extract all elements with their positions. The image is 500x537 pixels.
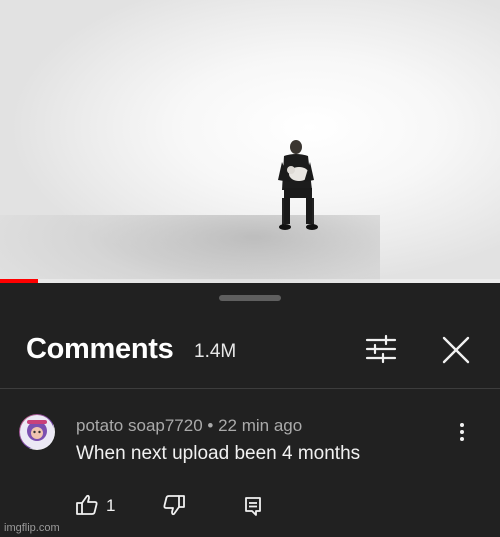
close-icon[interactable] bbox=[440, 334, 472, 366]
avatar[interactable] bbox=[19, 414, 55, 450]
like-count: 1 bbox=[106, 496, 116, 515]
drag-handle[interactable] bbox=[219, 295, 281, 301]
avatar-image bbox=[20, 415, 54, 449]
video-player[interactable] bbox=[0, 0, 500, 283]
comment-time: 22 min ago bbox=[218, 416, 303, 435]
thumbs-up-icon[interactable] bbox=[75, 493, 99, 517]
comment-meta: potato soap7720 • 22 min ago bbox=[76, 416, 302, 436]
vertical-dots-icon[interactable] bbox=[452, 420, 472, 444]
header-divider bbox=[0, 388, 500, 389]
person-holding-dog-image bbox=[278, 140, 318, 230]
watermark: imgflip.com bbox=[4, 522, 60, 534]
thumbs-down-icon[interactable] bbox=[162, 493, 186, 517]
sliders-icon[interactable] bbox=[364, 334, 398, 364]
comments-count: 1.4M bbox=[194, 341, 237, 362]
comment-author[interactable]: potato soap7720 bbox=[76, 416, 203, 435]
reply-icon[interactable] bbox=[243, 495, 263, 517]
comment-text: When next upload been 4 months bbox=[76, 443, 361, 464]
meta-separator: • bbox=[207, 416, 214, 435]
comments-title: Comments bbox=[26, 333, 174, 365]
